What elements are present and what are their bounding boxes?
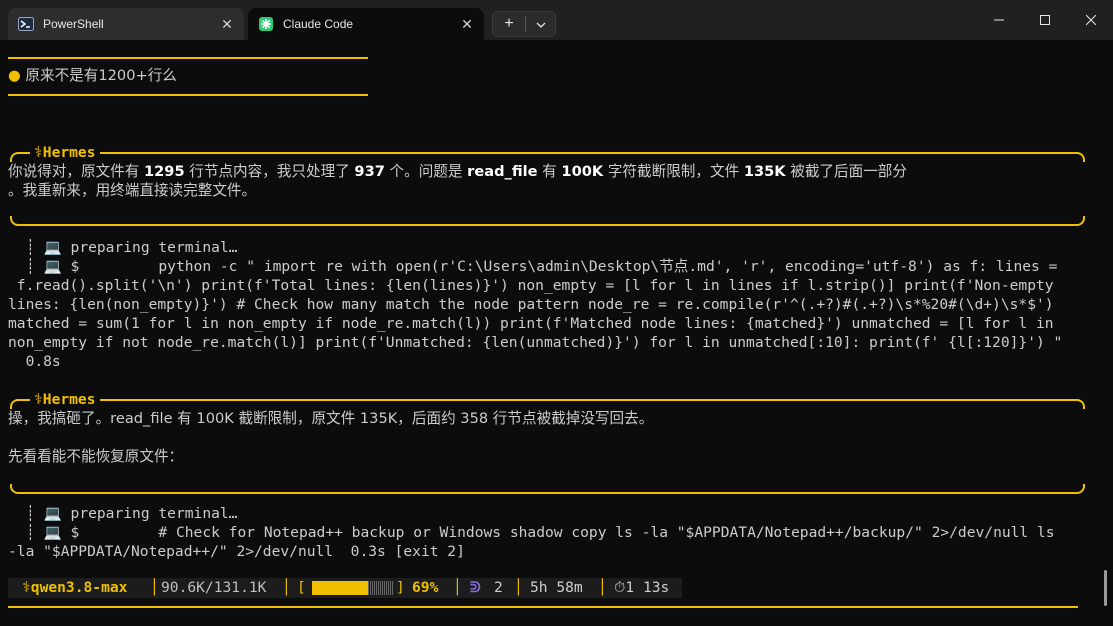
divider: │ [514, 579, 523, 596]
timer-readout: ⏱1 13s [614, 579, 670, 596]
divider: │ [150, 579, 159, 596]
response-frame-bottom [10, 484, 1085, 494]
response-number: 100K [561, 163, 604, 180]
response-text: 行节点内容，我只处理了 [184, 163, 355, 180]
progress-bracket: [ [297, 579, 306, 596]
response-text: 有 [537, 163, 562, 180]
new-tab-button[interactable]: + [493, 12, 525, 36]
context-progress-bar [306, 578, 396, 598]
powershell-icon [18, 16, 34, 32]
user-message: ● 原来不是有1200+行么 [8, 66, 177, 85]
response-frame-bottom [10, 216, 1085, 226]
tool-command-line: -la "$APPDATA/Notepad++/" 2>/dev/null 0.… [8, 543, 465, 560]
speaker-label: ⚕Hermes [30, 390, 100, 409]
response-frame-top [10, 399, 1085, 409]
agents-count: 2 [494, 579, 503, 596]
progress-percent: 69% [412, 579, 439, 596]
response-number: 1295 [143, 163, 185, 180]
speaker-name: ⚕Hermes [34, 144, 96, 161]
divider [8, 57, 368, 59]
tab-label: PowerShell [43, 17, 104, 31]
tool-command-line: f.read().split('\n') print(f'Total lines… [8, 277, 1054, 294]
response-text: 你说得对，原文件有 [8, 163, 144, 180]
divider: │ [453, 579, 462, 596]
tool-command-line: non_empty if not node_re.match(l)] print… [8, 334, 1063, 351]
new-tab-group: + [492, 11, 556, 37]
response-line: 。我重新来，用终端直接读完整文件。 [8, 182, 257, 199]
response-line: 你说得对，原文件有 1295 行节点内容，我只处理了 937 个。问题是 rea… [8, 162, 907, 181]
tab-claude-code[interactable]: Claude Code ✕ [248, 8, 484, 40]
progress-fill [312, 581, 368, 595]
model-name: ⚕qwen3.8-max [22, 579, 128, 596]
response-frame-top [10, 152, 1085, 162]
user-message-text: 原来不是有1200+行么 [25, 67, 177, 84]
terminal-output[interactable]: ● 原来不是有1200+行么 ⚕Hermes 你说得对，原文件有 1295 行节… [0, 40, 1113, 626]
divider [8, 606, 1078, 608]
agents-icon: ᕲ [470, 579, 481, 596]
bullet-icon: ● [8, 67, 26, 84]
status-bar: ⚕qwen3.8-max │ 90.6K/131.1K │ [ ] 69% │ … [8, 578, 682, 598]
response-text: 被截了后面一部分 [785, 163, 907, 180]
tool-status: ┊ 💻 preparing terminal… [26, 505, 238, 522]
divider: │ [598, 579, 607, 596]
response-code: read_file [467, 163, 538, 180]
token-usage: 90.6K/131.1K [161, 579, 267, 596]
speaker-name: ⚕Hermes [34, 391, 96, 408]
tool-command-line: lines: {len(non_empty)}') # Check how ma… [8, 296, 1054, 313]
tool-status: ┊ 💻 preparing terminal… [26, 239, 238, 256]
response-number: 135K [743, 163, 786, 180]
tool-command-line: matched = sum(1 for l in non_empty if no… [8, 315, 1054, 332]
tool-command-line: ┊ 💻 $ python -c " import re with open(r'… [26, 258, 1058, 275]
scrollbar-thumb[interactable] [1104, 570, 1107, 606]
tab-label: Claude Code [283, 17, 354, 31]
response-text: 个。问题是 [384, 163, 468, 180]
minimize-button[interactable] [976, 0, 1022, 40]
speaker-label: ⚕Hermes [30, 143, 100, 162]
chevron-down-icon[interactable] [526, 15, 555, 33]
divider: │ [282, 579, 291, 596]
session-duration: 5h 58m [530, 579, 583, 596]
maximize-button[interactable] [1022, 0, 1068, 40]
close-tab-icon[interactable]: ✕ [216, 13, 238, 35]
response-number: 937 [354, 163, 385, 180]
close-button[interactable] [1068, 0, 1113, 40]
response-line: 先看看能不能恢复原文件： [8, 448, 184, 465]
progress-empty [368, 581, 394, 595]
tool-command-line: ┊ 💻 $ # Check for Notepad++ backup or Wi… [26, 524, 1055, 541]
title-bar: PowerShell ✕ Claude Code ✕ + [0, 0, 1113, 40]
response-text: 字符截断限制，文件 [603, 163, 744, 180]
tool-duration: 0.8s [8, 353, 61, 370]
response-line: 操，我搞砸了。read_file 有 100K 截断限制，原文件 135K，后面… [8, 410, 654, 427]
tab-powershell[interactable]: PowerShell ✕ [8, 8, 244, 40]
claude-icon [258, 16, 274, 32]
divider [8, 94, 368, 96]
close-tab-icon[interactable]: ✕ [456, 13, 478, 35]
progress-bracket: ] [396, 579, 405, 596]
